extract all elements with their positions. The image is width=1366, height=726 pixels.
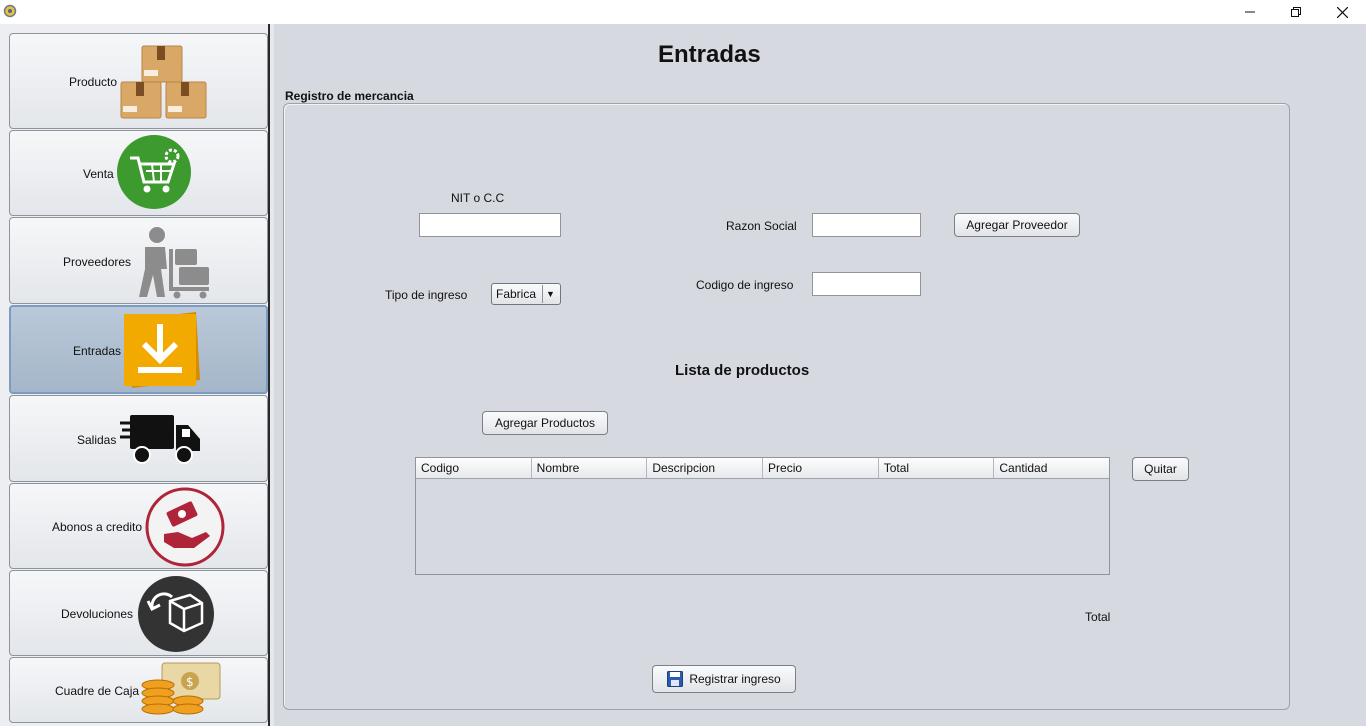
- nit-field[interactable]: [419, 213, 561, 237]
- minimize-button[interactable]: [1227, 0, 1273, 24]
- sidebar-item-venta[interactable]: Venta: [9, 130, 268, 216]
- column-header[interactable]: Codigo: [416, 458, 532, 478]
- app-icon: [3, 4, 17, 18]
- minimize-icon: [1245, 11, 1255, 13]
- panel-title: Registro de mercancia: [285, 89, 414, 103]
- sidebar-item-label: Devoluciones: [61, 607, 134, 621]
- sidebar-item-label: Entradas: [73, 344, 122, 358]
- column-header[interactable]: Precio: [763, 458, 879, 478]
- lista-productos-title: Lista de productos: [675, 362, 810, 379]
- truck-icon: [120, 415, 200, 464]
- sidebar-item-abonos[interactable]: Abonos a credito: [9, 483, 268, 569]
- save-icon: [667, 671, 684, 687]
- svg-text:$: $: [186, 675, 194, 689]
- razon-social-label: Razon Social: [726, 219, 797, 233]
- return-box-icon: [138, 576, 214, 652]
- codigo-ingreso-label: Codigo de ingreso: [696, 278, 794, 292]
- razon-social-field[interactable]: [812, 213, 921, 237]
- boxes-icon: [120, 45, 207, 119]
- agregar-proveedor-button[interactable]: Agregar Proveedor: [954, 213, 1080, 237]
- sidebar-item-label: Abonos a credito: [52, 520, 143, 534]
- sidebar-item-devoluciones[interactable]: Devoluciones: [9, 570, 268, 656]
- registrar-ingreso-button[interactable]: Registrar ingreso: [652, 665, 796, 693]
- sidebar-item-entradas[interactable]: Entradas: [9, 305, 268, 394]
- restore-icon: [1291, 7, 1301, 17]
- agregar-productos-button[interactable]: Agregar Productos: [482, 411, 608, 435]
- nit-label: NIT o C.C: [451, 191, 505, 205]
- productos-table[interactable]: Codigo Nombre Descripcion Precio Total Cantid…: [415, 457, 1110, 575]
- sidebar-item-label: Producto: [69, 75, 118, 89]
- codigo-ingreso-field[interactable]: [812, 272, 921, 296]
- restore-button[interactable]: [1273, 0, 1319, 24]
- close-button[interactable]: [1319, 0, 1365, 24]
- sidebar-item-label: Proveedores: [63, 255, 132, 269]
- main-content: Entradas Registro de mercancia NIT o C.C…: [274, 24, 1366, 726]
- tipo-ingreso-value: Fabrica: [496, 287, 537, 301]
- registro-panel: NIT o C.C Razon Social Agregar Proveedor…: [283, 103, 1290, 710]
- sidebar-item-label: Cuadre de Caja: [55, 684, 140, 698]
- sidebar-item-proveedores[interactable]: Proveedores: [9, 217, 268, 304]
- close-icon: [1336, 6, 1348, 18]
- quitar-button[interactable]: Quitar: [1132, 457, 1189, 481]
- page-title: Entradas: [658, 41, 761, 68]
- column-header[interactable]: Total: [879, 458, 995, 478]
- sidebar-item-producto[interactable]: Producto: [9, 33, 268, 129]
- payment-hand-icon: [145, 487, 225, 567]
- cart-icon: [117, 135, 191, 209]
- coins-cash-icon: $: [141, 662, 221, 715]
- sidebar-item-label: Venta: [83, 167, 114, 181]
- registrar-ingreso-label: Registrar ingreso: [689, 672, 781, 686]
- tipo-ingreso-select[interactable]: Fabrica ▼: [491, 283, 561, 305]
- chevron-down-icon: ▼: [542, 285, 558, 303]
- delivery-person-icon: [139, 227, 209, 299]
- sidebar-item-cuadre[interactable]: Cuadre de Caja $: [9, 657, 268, 723]
- title-bar: [0, 0, 1366, 24]
- sidebar-item-salidas[interactable]: Salidas: [9, 395, 268, 482]
- table-header: Codigo Nombre Descripcion Precio Total Cantid…: [416, 458, 1109, 479]
- column-header[interactable]: Descripcion: [647, 458, 764, 478]
- total-label: Total: [1085, 610, 1111, 624]
- column-header[interactable]: Nombre: [532, 458, 648, 478]
- sidebar-item-label: Salidas: [77, 433, 117, 447]
- tipo-ingreso-label: Tipo de ingreso: [385, 288, 468, 302]
- column-header[interactable]: Cantidad: [994, 458, 1109, 478]
- download-icon: [124, 312, 200, 388]
